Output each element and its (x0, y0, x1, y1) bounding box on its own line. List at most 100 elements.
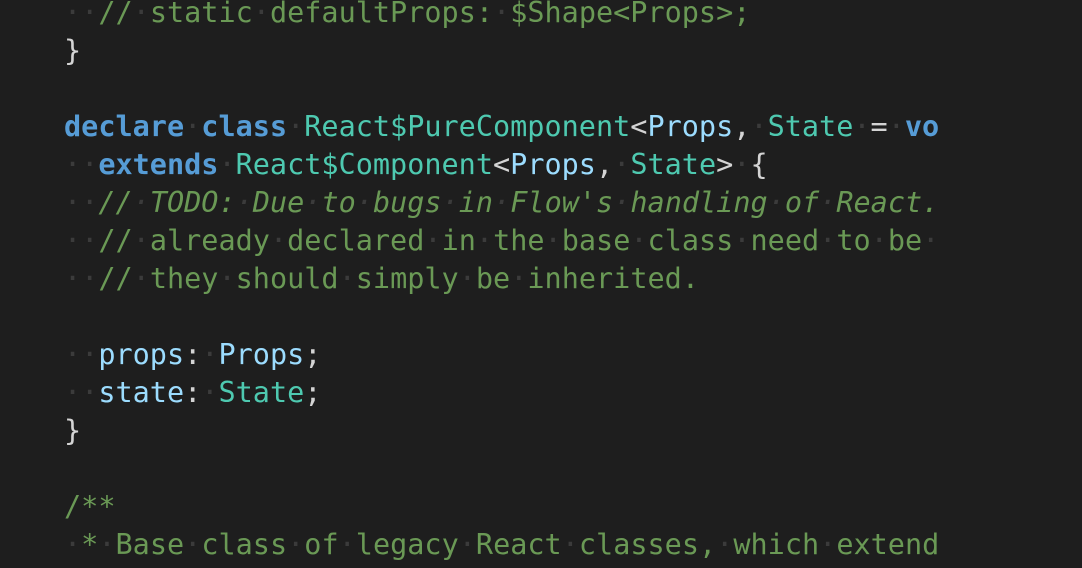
comment-token: ·*·Base·class·of·legacy·React·classes,·w… (64, 528, 940, 561)
whitespace-marker: · (493, 186, 511, 219)
identifier-token: Props (510, 148, 596, 181)
code-line[interactable]: ··state:·State; (64, 374, 939, 412)
code-line[interactable]: ·*·Base·class·of·legacy·React·classes,·w… (64, 526, 939, 564)
identifier-token: state (98, 376, 185, 409)
code-line[interactable]: ··props:·Props; (64, 336, 939, 374)
whitespace-marker: · (922, 224, 940, 257)
punctuation-token: > (716, 148, 734, 181)
code-line[interactable]: ··extends·React$Component<Props,·State>·… (64, 146, 939, 184)
whitespace-marker: · (767, 186, 785, 219)
whitespace-marker: · (355, 186, 373, 219)
comment-token: /** (64, 490, 116, 523)
whitespace-marker: · (338, 262, 356, 295)
comment-token: //·TODO:·Due·to·bugs·in·Flow's·handling·… (98, 186, 940, 219)
keyword-token: class (201, 110, 288, 143)
whitespace-marker: · (613, 186, 631, 219)
whitespace-marker: · (870, 224, 888, 257)
punctuation-token: , (595, 148, 614, 181)
whitespace-marker: ·· (64, 262, 99, 295)
type-token: React$PureComponent (304, 110, 631, 143)
type-token: State (767, 110, 854, 143)
code-line[interactable]: ··//·already·declared·in·the·base·class·… (64, 222, 939, 260)
whitespace-marker: · (201, 338, 219, 371)
whitespace-marker: · (458, 262, 476, 295)
comment-token: //·already·declared·in·the·base·class·ne… (98, 224, 940, 257)
brace-token: { (750, 148, 768, 181)
comment-token: //·static·defaultProps:·$Shape<Props>; (98, 0, 750, 29)
whitespace-marker: · (201, 376, 219, 409)
whitespace-marker: · (819, 186, 837, 219)
identifier-token: Props (647, 110, 734, 143)
whitespace-marker: · (819, 528, 837, 561)
whitespace-marker: · (287, 110, 305, 143)
whitespace-marker: · (733, 224, 751, 257)
keyword-token: declare (64, 110, 185, 143)
code-line[interactable] (64, 450, 939, 488)
code-line[interactable]: ··//·static·defaultProps:·$Shape<Props>; (64, 0, 939, 32)
whitespace-marker: · (218, 148, 236, 181)
identifier-token: Props (218, 338, 305, 371)
whitespace-marker: · (132, 262, 150, 295)
whitespace-marker: · (184, 528, 202, 561)
whitespace-marker: · (458, 528, 476, 561)
whitespace-marker: · (733, 148, 751, 181)
whitespace-marker: · (252, 0, 270, 29)
punctuation-token: ; (304, 376, 322, 409)
whitespace-marker: · (132, 186, 150, 219)
whitespace-marker: · (561, 528, 579, 561)
whitespace-marker: ·· (64, 338, 99, 371)
whitespace-marker: · (716, 528, 734, 561)
keyword-token: extends (98, 148, 219, 181)
comment-token: //·they·should·simply·be·inherited. (98, 262, 699, 295)
code-line[interactable]: } (64, 412, 939, 450)
punctuation-token: < (493, 148, 511, 181)
whitespace-marker: · (218, 262, 236, 295)
whitespace-marker: · (235, 186, 253, 219)
whitespace-marker: · (630, 224, 648, 257)
code-line[interactable]: ··//·TODO:·Due·to·bugs·in·Flow's·handlin… (64, 184, 939, 222)
code-line[interactable] (64, 298, 939, 336)
type-token: State (630, 148, 717, 181)
whitespace-marker: · (304, 186, 322, 219)
punctuation-token: = (870, 110, 888, 143)
type-token: React$Component (235, 148, 493, 181)
punctuation-token: ; (304, 338, 322, 371)
brace-token: } (64, 34, 82, 67)
brace-token: } (64, 414, 82, 447)
whitespace-marker: · (853, 110, 871, 143)
whitespace-marker: ·· (64, 186, 99, 219)
code-line[interactable] (64, 70, 939, 108)
whitespace-marker: · (475, 224, 494, 257)
whitespace-marker: · (613, 148, 631, 181)
identifier-token: props (98, 338, 185, 371)
whitespace-marker: · (424, 224, 442, 257)
whitespace-marker: · (338, 528, 356, 561)
code-line[interactable]: declare·class·React$PureComponent<Props,… (64, 108, 939, 146)
whitespace-marker: · (887, 110, 905, 143)
code-line[interactable]: ··//·they·should·simply·be·inherited. (64, 260, 939, 298)
whitespace-marker: ·· (64, 224, 99, 257)
punctuation-token: : (184, 338, 202, 371)
keyword-token: vo (904, 110, 940, 143)
type-token: State (218, 376, 305, 409)
whitespace-marker: · (510, 262, 528, 295)
whitespace-marker: · (64, 528, 82, 561)
code-editor[interactable]: ··//·static·defaultProps:·$Shape<Props>;… (0, 0, 1082, 568)
whitespace-marker: · (269, 224, 288, 257)
whitespace-marker: · (819, 224, 837, 257)
whitespace-marker: ·· (64, 376, 99, 409)
whitespace-marker: · (98, 528, 116, 561)
whitespace-marker: · (132, 224, 150, 257)
code-text-area[interactable]: ··//·static·defaultProps:·$Shape<Props>;… (64, 0, 939, 564)
whitespace-marker: · (441, 186, 459, 219)
code-line[interactable]: } (64, 32, 939, 70)
whitespace-marker: ·· (64, 148, 99, 181)
whitespace-marker: ·· (64, 0, 99, 29)
punctuation-token: : (184, 376, 202, 409)
whitespace-marker: · (287, 528, 305, 561)
whitespace-marker: · (493, 0, 511, 29)
code-line[interactable]: /** (64, 488, 939, 526)
punctuation-token: < (630, 110, 648, 143)
punctuation-token: , (733, 110, 751, 143)
whitespace-marker: · (750, 110, 768, 143)
